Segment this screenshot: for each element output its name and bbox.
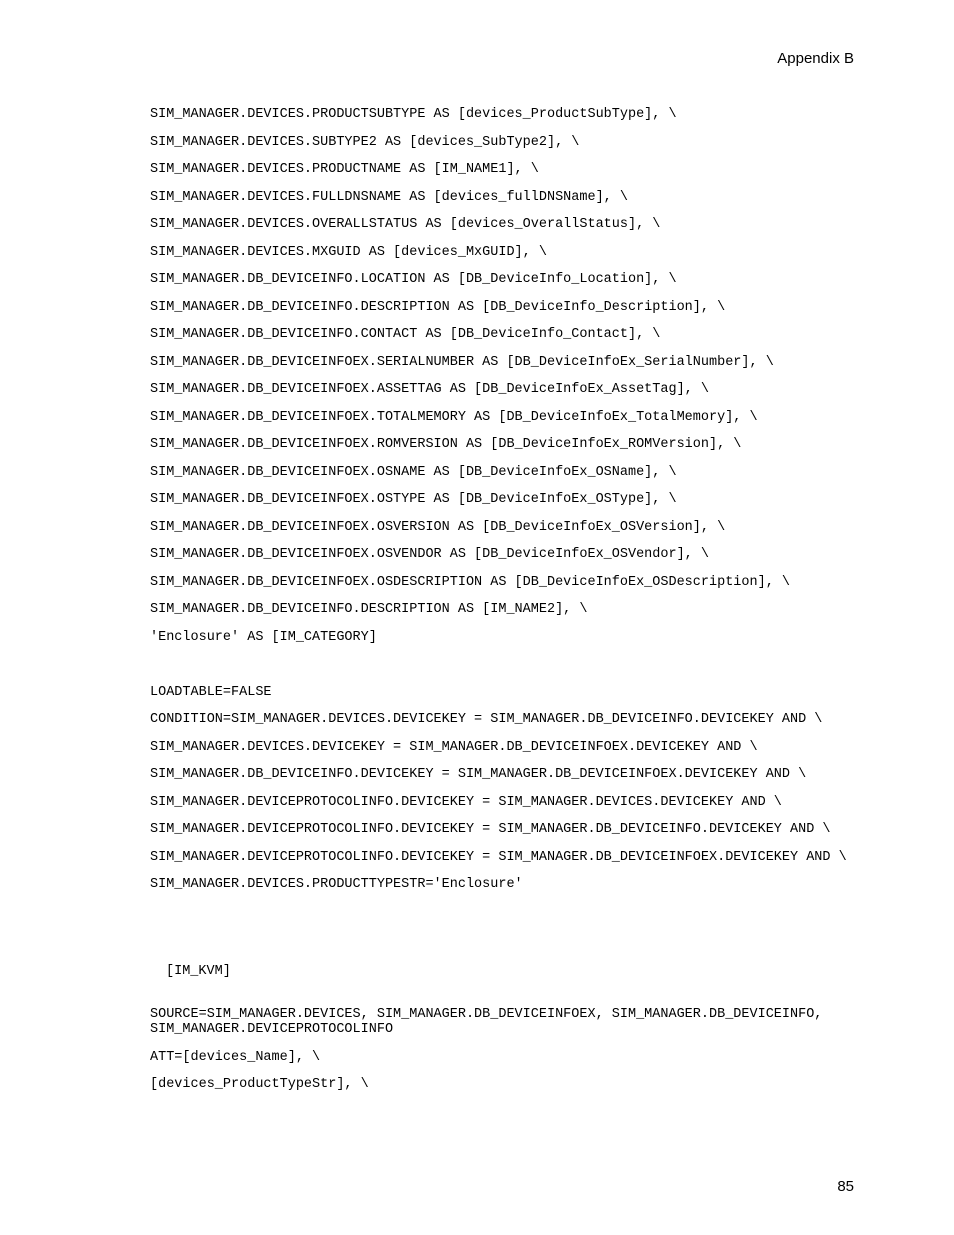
code-line: 'Enclosure' AS [IM_CATEGORY]: [150, 630, 854, 646]
code-line: ATT=[devices_Name], \: [150, 1050, 854, 1066]
code-line: CONDITION=SIM_MANAGER.DEVICES.DEVICEKEY …: [150, 712, 854, 728]
code-line: SIM_MANAGER.DB_DEVICEINFOEX.ROMVERSION A…: [150, 437, 854, 453]
code-line: SIM_MANAGER.DB_DEVICEINFOEX.OSNAME AS [D…: [150, 465, 854, 481]
code-line: [devices_ProductTypeStr], \: [150, 1077, 854, 1093]
code-line: SIM_MANAGER.DB_DEVICEINFO.DESCRIPTION AS…: [150, 602, 854, 618]
code-line: SIM_MANAGER.DEVICEPROTOCOLINFO.DEVICEKEY…: [150, 795, 854, 811]
code-line: [150, 657, 854, 673]
code-line: SIM_MANAGER.DEVICES.MXGUID AS [devices_M…: [150, 245, 854, 261]
code-line: SIM_MANAGER.DB_DEVICEINFOEX.OSTYPE AS [D…: [150, 492, 854, 508]
page-number: 85: [837, 1178, 854, 1195]
code-line: SIM_MANAGER.DEVICES.OVERALLSTATUS AS [de…: [150, 217, 854, 233]
section-header: [IM_KVM]: [166, 932, 854, 1006]
code-block-2: SOURCE=SIM_MANAGER.DEVICES, SIM_MANAGER.…: [150, 1007, 854, 1093]
code-line: SIM_MANAGER.DEVICES.PRODUCTNAME AS [IM_N…: [150, 162, 854, 178]
code-line: SIM_MANAGER.DB_DEVICEINFO.DESCRIPTION AS…: [150, 300, 854, 316]
code-line: SIM_MANAGER.DEVICES.DEVICEKEY = SIM_MANA…: [150, 740, 854, 756]
code-line: SIM_MANAGER.DB_DEVICEINFOEX.OSDESCRIPTIO…: [150, 575, 854, 591]
code-block-1: SIM_MANAGER.DEVICES.PRODUCTSUBTYPE AS [d…: [150, 107, 854, 920]
code-line: SIM_MANAGER.DEVICES.SUBTYPE2 AS [devices…: [150, 135, 854, 151]
code-line: SIM_MANAGER.DEVICES.PRODUCTSUBTYPE AS [d…: [150, 107, 854, 123]
code-line: SOURCE=SIM_MANAGER.DEVICES, SIM_MANAGER.…: [150, 1007, 854, 1038]
code-line: SIM_MANAGER.DEVICES.FULLDNSNAME AS [devi…: [150, 190, 854, 206]
code-line: SIM_MANAGER.DB_DEVICEINFOEX.ASSETTAG AS …: [150, 382, 854, 398]
page-header: Appendix B: [150, 50, 854, 67]
code-line: SIM_MANAGER.DB_DEVICEINFOEX.OSVENDOR AS …: [150, 547, 854, 563]
code-line: [150, 905, 854, 921]
code-line: SIM_MANAGER.DB_DEVICEINFOEX.TOTALMEMORY …: [150, 410, 854, 426]
code-line: SIM_MANAGER.DB_DEVICEINFO.DEVICEKEY = SI…: [150, 767, 854, 783]
code-line: SIM_MANAGER.DEVICEPROTOCOLINFO.DEVICEKEY…: [150, 850, 854, 866]
code-line: SIM_MANAGER.DB_DEVICEINFO.LOCATION AS [D…: [150, 272, 854, 288]
code-line: LOADTABLE=FALSE: [150, 685, 854, 701]
code-line: SIM_MANAGER.DB_DEVICEINFO.CONTACT AS [DB…: [150, 327, 854, 343]
code-line: SIM_MANAGER.DEVICEPROTOCOLINFO.DEVICEKEY…: [150, 822, 854, 838]
code-line: SIM_MANAGER.DEVICES.PRODUCTTYPESTR='Encl…: [150, 877, 854, 893]
code-line: SIM_MANAGER.DB_DEVICEINFOEX.SERIALNUMBER…: [150, 355, 854, 371]
code-line: SIM_MANAGER.DB_DEVICEINFOEX.OSVERSION AS…: [150, 520, 854, 536]
